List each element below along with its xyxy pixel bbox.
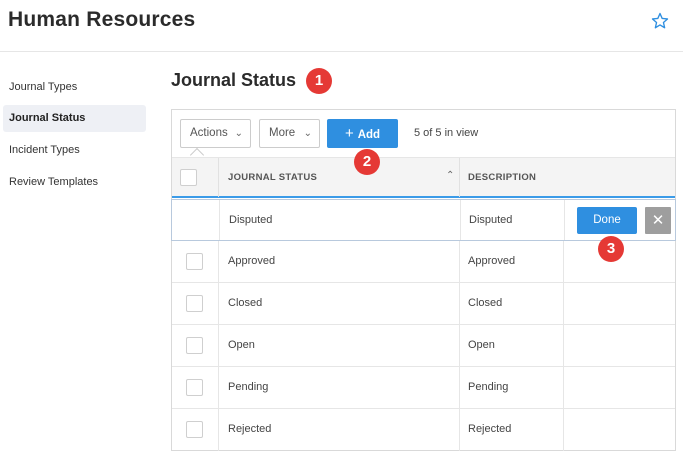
column-divider (219, 200, 220, 240)
status-cell: Closed (228, 297, 263, 309)
description-cell[interactable]: Disputed (469, 214, 512, 226)
table-row-editing: Disputed Disputed Done ✕ (171, 199, 676, 241)
top-bar: Human Resources (0, 0, 683, 52)
column-divider (563, 283, 564, 324)
actions-label: Actions (190, 127, 228, 139)
callout-badge-3: 3 (598, 236, 624, 262)
more-dropdown[interactable]: More ⌄ (259, 119, 320, 148)
select-all-checkbox[interactable] (180, 169, 197, 186)
description-cell: Rejected (468, 423, 512, 435)
column-divider (459, 325, 460, 366)
column-divider (218, 367, 219, 408)
close-icon[interactable]: ✕ (645, 207, 671, 234)
column-divider (563, 367, 564, 408)
sort-ascending-icon[interactable]: ⌃ (446, 170, 454, 181)
row-checkbox[interactable] (186, 295, 203, 312)
data-grid: Actions ⌄ More ⌄ + Add 5 of 5 in view JOU… (171, 109, 676, 451)
column-divider (563, 409, 564, 451)
row-checkbox[interactable] (186, 337, 203, 354)
grid-toolbar: Actions ⌄ More ⌄ + Add 5 of 5 in view (172, 110, 675, 163)
column-divider (459, 158, 460, 197)
status-cell[interactable]: Disputed (229, 214, 272, 226)
sidebar-item-journal-types[interactable]: Journal Types (3, 74, 146, 101)
plus-icon: + (344, 125, 354, 142)
row-checkbox[interactable] (186, 379, 203, 396)
column-divider (459, 241, 460, 282)
row-checkbox[interactable] (186, 253, 203, 270)
description-cell: Open (468, 339, 495, 351)
more-label: More (269, 127, 296, 139)
status-cell: Open (228, 339, 255, 351)
app-title: Human Resources (8, 8, 196, 31)
column-header-journal-status[interactable]: JOURNAL STATUS (228, 172, 317, 183)
page-title: Journal Status (171, 70, 297, 90)
record-count: 5 of 5 in view (414, 127, 479, 139)
column-divider (460, 200, 461, 240)
status-cell: Rejected (228, 423, 272, 435)
chevron-down-icon: ⌄ (234, 128, 243, 139)
column-divider (459, 409, 460, 451)
table-row[interactable]: Closed Closed (172, 283, 675, 325)
star-icon[interactable] (651, 12, 669, 30)
callout-badge-1: 1 (306, 68, 332, 94)
status-cell: Pending (228, 381, 269, 393)
column-divider (459, 367, 460, 408)
table-row[interactable]: Rejected Rejected (172, 409, 675, 451)
sidebar-item-journal-status[interactable]: Journal Status (3, 105, 146, 132)
add-label: Add (357, 129, 381, 141)
column-divider (218, 158, 219, 197)
description-cell: Approved (468, 255, 516, 267)
row-checkbox[interactable] (186, 421, 203, 438)
column-divider (563, 325, 564, 366)
chevron-down-icon: ⌄ (303, 128, 312, 139)
column-divider (218, 283, 219, 324)
column-header-description[interactable]: DESCRIPTION (468, 172, 536, 183)
actions-dropdown[interactable]: Actions ⌄ (180, 119, 251, 148)
table-row[interactable]: Pending Pending (172, 367, 675, 409)
description-cell: Pending (468, 381, 509, 393)
done-button[interactable]: Done (577, 207, 637, 234)
table-header: JOURNAL STATUS ⌃ DESCRIPTION (172, 157, 675, 198)
column-divider (218, 241, 219, 282)
column-divider (218, 325, 219, 366)
table-row[interactable]: Open Open (172, 325, 675, 367)
column-divider (218, 409, 219, 451)
add-button[interactable]: + Add (327, 119, 398, 148)
sidebar-item-incident-types[interactable]: Incident Types (3, 137, 146, 164)
sidebar-item-review-templates[interactable]: Review Templates (3, 169, 146, 196)
column-divider (563, 241, 564, 282)
status-cell: Approved (228, 255, 276, 267)
description-cell: Closed (468, 297, 503, 309)
callout-badge-2: 2 (354, 149, 380, 175)
column-divider (459, 283, 460, 324)
column-divider (564, 200, 565, 240)
